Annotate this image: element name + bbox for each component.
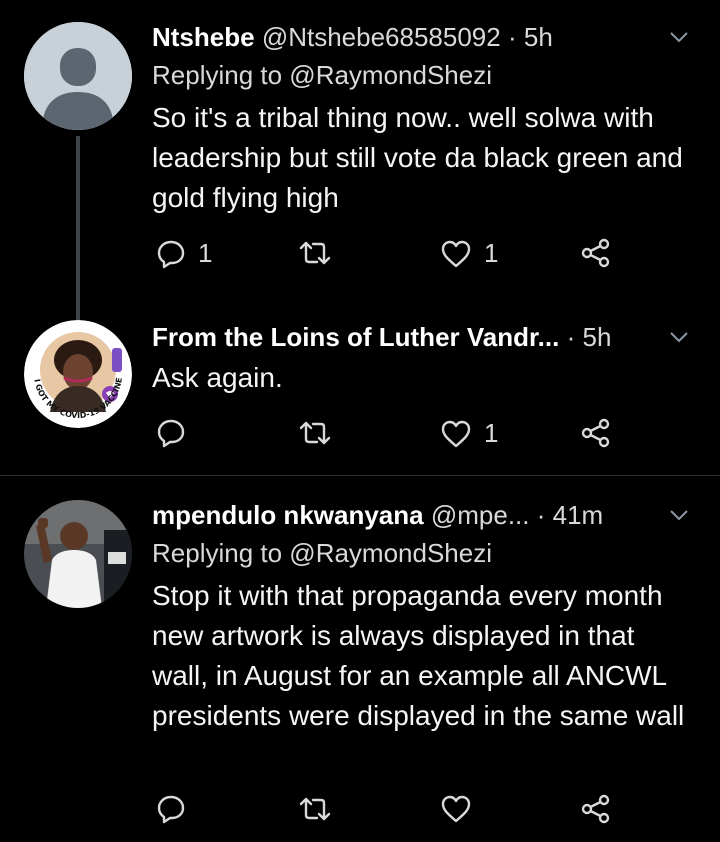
heart-icon [441, 420, 471, 447]
like-count: 1 [484, 418, 499, 448]
avatar[interactable] [24, 22, 132, 130]
tweet-header: From the Loins of Luther Vandr... · 5h [152, 322, 650, 352]
thread-line [76, 136, 80, 320]
reply-icon [157, 795, 185, 824]
timestamp[interactable]: 5h [524, 22, 553, 52]
reply-button[interactable]: 1 [156, 238, 212, 269]
display-name[interactable]: From the Loins of Luther Vandr... [152, 322, 559, 352]
share-icon [581, 238, 610, 268]
replying-to[interactable]: Replying to @RaymondShezi [152, 538, 492, 569]
reply-button[interactable] [156, 794, 198, 824]
timestamp[interactable]: 41m [553, 500, 604, 530]
like-count: 1 [484, 238, 499, 268]
retweet-icon [299, 797, 331, 821]
replying-to[interactable]: Replying to @RaymondShezi [152, 60, 492, 91]
tweet-header: Ntshebe @Ntshebe68585092 · 5h [152, 22, 650, 52]
tweet-actions: 1 [152, 418, 696, 458]
share-button[interactable] [580, 418, 612, 448]
avatar[interactable] [24, 500, 132, 608]
reply-button[interactable] [156, 418, 198, 448]
tweet-actions [152, 794, 696, 834]
handle[interactable]: @mpe... [431, 500, 530, 530]
share-icon [581, 794, 610, 824]
reply-icon [157, 240, 185, 268]
heart-icon [441, 240, 471, 267]
chevron-down-icon[interactable] [668, 504, 690, 526]
vaccine-frame-avatar-icon: I GOT MY COVID-19 VACCINE [24, 320, 132, 428]
avatar[interactable]: I GOT MY COVID-19 VACCINE [24, 320, 132, 428]
default-avatar-icon [24, 22, 132, 130]
tweet-header: mpendulo nkwanyana @mpe... · 41m [152, 500, 650, 530]
separator-dot: · [507, 22, 517, 52]
retweet-button[interactable] [298, 238, 344, 268]
tweet-actions: 1 1 [152, 238, 696, 278]
tweet[interactable]: mpendulo nkwanyana @mpe... · 41m Replyin… [0, 476, 720, 842]
retweet-icon [299, 241, 331, 265]
timestamp[interactable]: 5h [583, 322, 612, 352]
like-button[interactable] [440, 794, 484, 824]
retweet-button[interactable] [298, 794, 344, 824]
separator-dot: · [566, 322, 576, 352]
separator-dot: · [536, 500, 546, 530]
chevron-down-icon[interactable] [668, 326, 690, 348]
share-icon [581, 418, 610, 448]
share-button[interactable] [580, 794, 612, 824]
tweet-text: Stop it with that propaganda every month… [152, 580, 685, 731]
display-name[interactable]: Ntshebe [152, 22, 255, 52]
chevron-down-icon[interactable] [668, 26, 690, 48]
photo-avatar-icon [24, 500, 132, 608]
handle[interactable]: @Ntshebe68585092 [262, 22, 501, 52]
heart-icon [441, 795, 471, 823]
tweet[interactable]: I GOT MY COVID-19 VACCINE From the Loins… [0, 320, 720, 476]
retweet-button[interactable] [298, 418, 344, 448]
share-button[interactable] [580, 238, 612, 268]
tweet[interactable]: Ntshebe @Ntshebe68585092 · 5h Replying t… [0, 0, 720, 320]
display-name[interactable]: mpendulo nkwanyana [152, 500, 424, 530]
tweet-text: Ask again. [152, 362, 283, 393]
retweet-icon [299, 421, 331, 445]
reply-icon [157, 419, 185, 448]
tweet-text: So it's a tribal thing now.. well solwa … [152, 102, 683, 213]
like-button[interactable]: 1 [440, 238, 498, 269]
like-button[interactable]: 1 [440, 418, 498, 449]
reply-count: 1 [198, 238, 213, 268]
